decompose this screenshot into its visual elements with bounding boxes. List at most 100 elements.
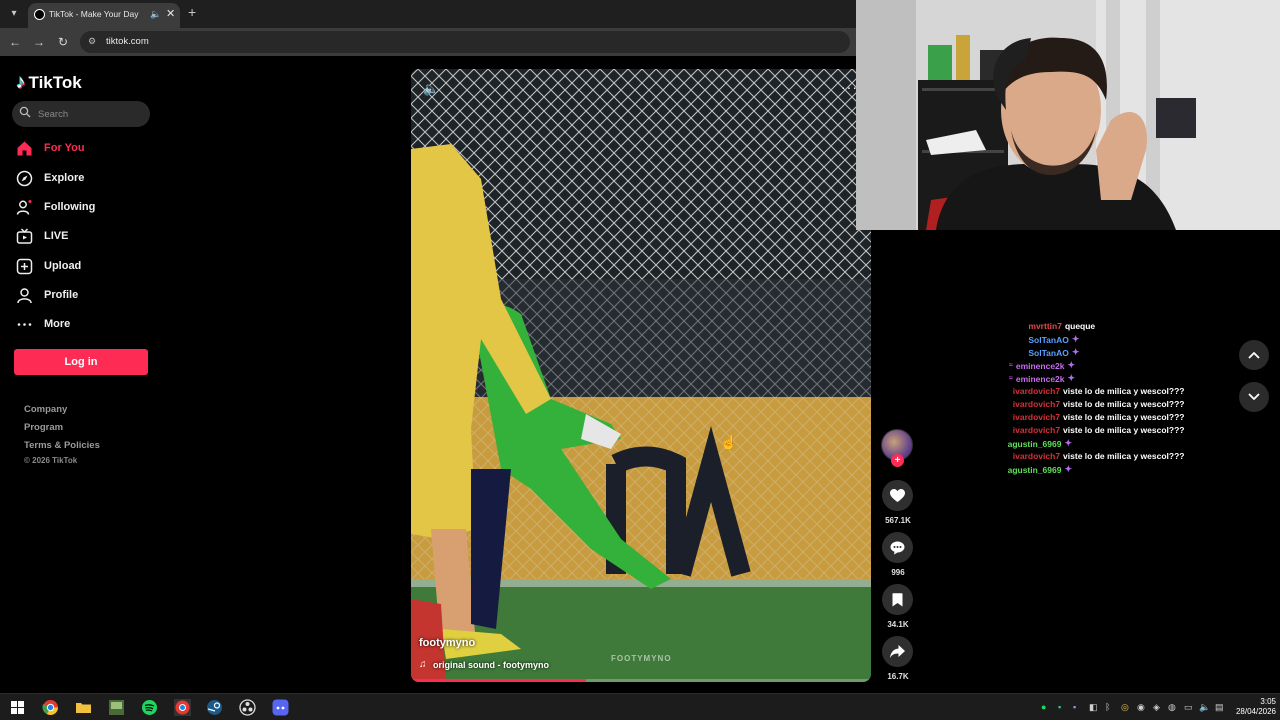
comment-icon	[890, 541, 905, 554]
share-button[interactable]	[882, 636, 913, 667]
chat-text: viste lo de milica y wescol???	[1063, 451, 1185, 461]
music-note-icon: ♫	[419, 659, 427, 670]
sidebar-item-following[interactable]: Following	[16, 196, 95, 218]
obs-icon[interactable]	[239, 699, 256, 716]
tiktok-favicon-icon	[34, 9, 45, 20]
chat-username[interactable]: agustin_6969	[1008, 439, 1062, 449]
tiktok-logo[interactable]: ♪ TikTok	[16, 72, 82, 94]
new-tab-plus-icon[interactable]: +	[188, 4, 196, 20]
video-progress-bar[interactable]	[411, 679, 871, 682]
sidebar-item-profile[interactable]: Profile	[16, 284, 78, 306]
sidebar-item-upload[interactable]: Upload	[16, 255, 81, 277]
speaker-icon[interactable]: 🔈	[150, 9, 161, 20]
site-settings-icon[interactable]: ⚙	[88, 36, 96, 47]
comment-button[interactable]	[882, 532, 913, 563]
share-count: 16.7K	[887, 672, 909, 681]
live-icon	[16, 227, 33, 244]
chat-emote-icon: ✦	[1064, 438, 1073, 448]
windows-start-icon[interactable]	[9, 699, 26, 716]
chat-username[interactable]: SolTanAO	[1028, 335, 1068, 345]
file-explorer-icon[interactable]	[75, 699, 92, 716]
footer-link-terms[interactable]: Terms & Policies	[24, 440, 100, 451]
share-icon	[890, 645, 905, 658]
chat-username[interactable]: eminence2k	[1016, 361, 1065, 371]
tray-app-icon[interactable]: ▪	[1058, 702, 1061, 712]
chat-username[interactable]: ivardovich7	[1013, 451, 1060, 461]
chat-username[interactable]: ivardovich7	[1013, 412, 1060, 422]
spotify-icon[interactable]	[141, 699, 158, 716]
video-player[interactable]: 🔈 ··· ☝ FOOTYMYNO footymyno ♫ original s…	[411, 69, 871, 682]
tray-bluetooth-icon[interactable]: ᛒ	[1105, 702, 1110, 712]
footer-link-program[interactable]: Program	[24, 422, 63, 433]
save-count: 34.1K	[887, 620, 909, 629]
volume-icon[interactable]: 🔈	[423, 81, 439, 97]
reload-icon[interactable]: ↻	[55, 34, 71, 50]
chat-message: agustin_6969 ✦	[960, 464, 1200, 475]
chrome-active-icon[interactable]	[174, 699, 191, 716]
chat-username[interactable]: ivardovich7	[1013, 425, 1060, 435]
next-video-button[interactable]	[1239, 382, 1269, 412]
address-bar: ← → ↻ ⚙ tiktok.com	[0, 28, 856, 56]
system-clock[interactable]: 3:05 28/04/2026	[1232, 697, 1276, 717]
save-button[interactable]	[882, 584, 913, 615]
chat-message: ivardovich7 viste lo de milica y wescol??…	[960, 425, 1200, 435]
clock-date: 28/04/2026	[1235, 707, 1276, 716]
chrome-icon[interactable]	[42, 699, 59, 716]
url-text: tiktok.com	[106, 36, 149, 47]
sidebar-item-label: Explore	[44, 172, 85, 184]
notification-icon[interactable]: ▤	[1215, 702, 1224, 713]
hand-cursor-icon: ☝	[720, 434, 738, 450]
tray-app-icon[interactable]: ◈	[1153, 702, 1160, 713]
search-box[interactable]	[12, 101, 150, 127]
tray-chrome-icon[interactable]: ◍	[1168, 702, 1176, 713]
heart-icon	[890, 488, 905, 502]
chat-message: ≈ eminence2k ✦	[960, 373, 1200, 384]
chat-username[interactable]: agustin_6969	[1008, 465, 1062, 475]
url-field[interactable]: ⚙ tiktok.com	[80, 31, 850, 53]
chat-emote-icon: ✦	[1071, 334, 1080, 344]
forward-icon[interactable]: →	[31, 34, 47, 50]
like-button[interactable]	[882, 480, 913, 511]
tray-app-icon[interactable]: ◎	[1121, 702, 1129, 713]
footer-link-company[interactable]: Company	[24, 404, 67, 415]
tray-app-icon[interactable]: ◧	[1089, 702, 1098, 713]
tray-spotify-icon[interactable]: ●	[1041, 702, 1046, 712]
back-icon[interactable]: ←	[7, 34, 23, 50]
app-thumbnail-icon[interactable]	[108, 699, 125, 716]
comment-count: 996	[891, 568, 905, 577]
chat-username[interactable]: eminence2k	[1016, 374, 1065, 384]
chat-username[interactable]: ivardovich7	[1013, 399, 1060, 409]
sidebar-item-live[interactable]: LIVE	[16, 225, 68, 247]
chat-username[interactable]: mvrttin7	[1028, 321, 1062, 331]
network-icon[interactable]: ▭	[1184, 702, 1193, 713]
sidebar-item-explore[interactable]: Explore	[16, 167, 84, 189]
tray-app-icon[interactable]: ▪	[1073, 702, 1076, 712]
video-author[interactable]: footymyno	[419, 637, 475, 649]
bookmark-icon	[892, 592, 903, 606]
previous-video-button[interactable]	[1239, 340, 1269, 370]
chat-username[interactable]: SolTanAO	[1028, 348, 1068, 358]
discord-icon[interactable]	[272, 699, 289, 716]
tray-steam-icon[interactable]: ◉	[1137, 702, 1145, 713]
close-icon[interactable]: ✕	[166, 7, 175, 20]
search-input[interactable]	[38, 105, 143, 123]
video-sound[interactable]: original sound - footymyno	[433, 660, 549, 670]
tab-search-icon[interactable]: ▾	[6, 6, 22, 22]
volume-icon[interactable]: 🔈	[1199, 702, 1210, 713]
chat-emote-icon: ✦	[1071, 347, 1080, 357]
tiktok-note-icon: ♪	[16, 72, 26, 93]
sidebar-item-more[interactable]: More	[16, 313, 70, 335]
login-button[interactable]: Log in	[14, 349, 148, 375]
steam-icon[interactable]	[206, 699, 223, 716]
profile-icon	[17, 287, 32, 303]
tab-title: TikTok - Make Your Day	[49, 9, 139, 19]
chat-text: viste lo de milica y wescol???	[1063, 399, 1185, 409]
browser-tab[interactable]: TikTok - Make Your Day 🔈 ✕	[28, 3, 180, 28]
chat-username[interactable]: ivardovich7	[1013, 386, 1060, 396]
chat-text: queque	[1064, 321, 1096, 331]
follow-plus-icon[interactable]: +	[891, 454, 904, 467]
browser-tab-bar: ▾ TikTok - Make Your Day 🔈 ✕ +	[0, 0, 856, 28]
chat-message: SolTanAO ✦	[960, 347, 1200, 358]
sidebar-item-for-you[interactable]: For You	[16, 137, 85, 159]
sidebar-item-label: Following	[44, 201, 96, 213]
